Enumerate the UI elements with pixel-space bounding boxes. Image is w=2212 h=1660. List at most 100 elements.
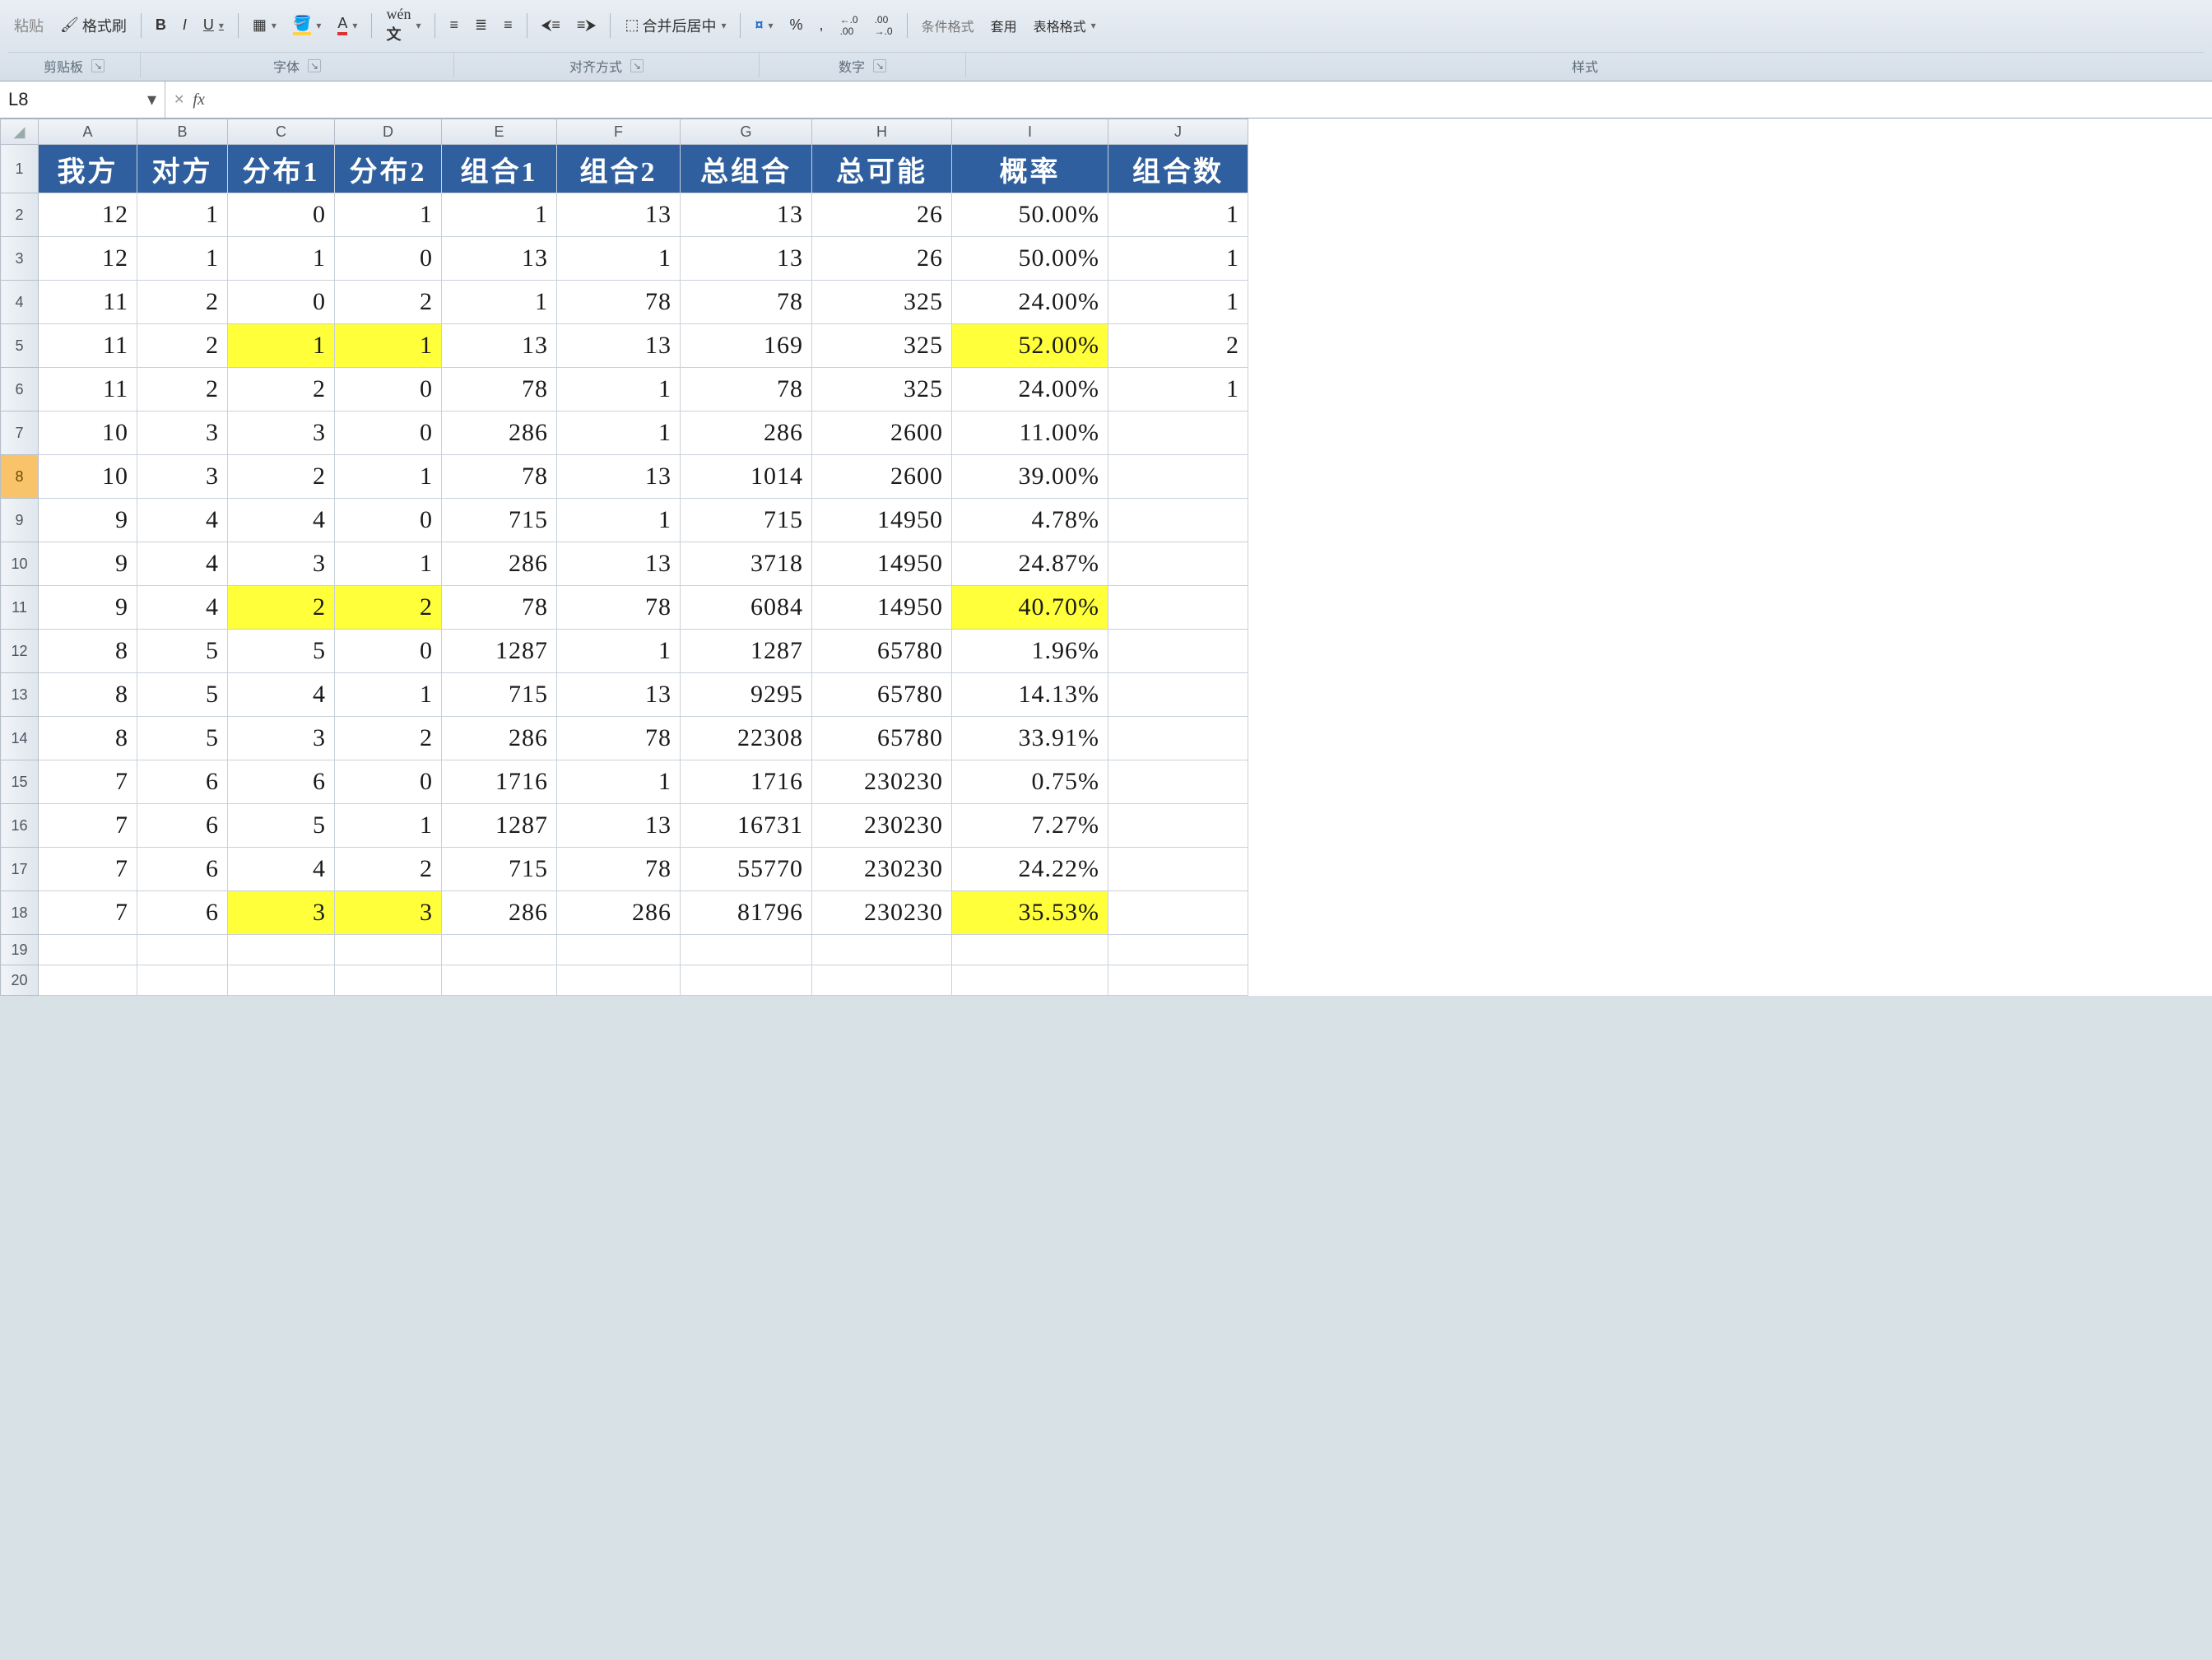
cell-I19[interactable]: [952, 935, 1108, 965]
cell-G4[interactable]: 78: [681, 281, 812, 324]
cell-H8[interactable]: 2600: [812, 455, 952, 499]
cell-A15[interactable]: 7: [39, 760, 137, 804]
cell-J16[interactable]: [1108, 804, 1248, 848]
cell-I13[interactable]: 14.13%: [952, 673, 1108, 717]
cell-D19[interactable]: [335, 935, 442, 965]
column-header-D[interactable]: D: [335, 119, 442, 145]
cell-J17[interactable]: [1108, 848, 1248, 891]
cell-B18[interactable]: 6: [137, 891, 228, 935]
cell-D20[interactable]: [335, 965, 442, 996]
cell-D4[interactable]: 2: [335, 281, 442, 324]
cell-A3[interactable]: 12: [39, 237, 137, 281]
percent-button[interactable]: %: [784, 14, 809, 36]
cell-B15[interactable]: 6: [137, 760, 228, 804]
cell-I18[interactable]: 35.53%: [952, 891, 1108, 935]
cell-F3[interactable]: 1: [557, 237, 681, 281]
cell-B3[interactable]: 1: [137, 237, 228, 281]
cell-C12[interactable]: 5: [228, 630, 335, 673]
cell-I17[interactable]: 24.22%: [952, 848, 1108, 891]
font-dialog-launcher[interactable]: ↘: [308, 59, 321, 72]
cell-G20[interactable]: [681, 965, 812, 996]
column-header-I[interactable]: I: [952, 119, 1108, 145]
cell-B14[interactable]: 5: [137, 717, 228, 760]
cell-F14[interactable]: 78: [557, 717, 681, 760]
cell-D2[interactable]: 1: [335, 193, 442, 237]
cell-J2[interactable]: 1: [1108, 193, 1248, 237]
cell-G6[interactable]: 78: [681, 368, 812, 412]
cell-D15[interactable]: 0: [335, 760, 442, 804]
cell-F13[interactable]: 13: [557, 673, 681, 717]
header-cell-C[interactable]: 分布1: [228, 145, 335, 193]
cell-I2[interactable]: 50.00%: [952, 193, 1108, 237]
cell-H20[interactable]: [812, 965, 952, 996]
cell-I20[interactable]: [952, 965, 1108, 996]
cell-B12[interactable]: 5: [137, 630, 228, 673]
cell-F4[interactable]: 78: [557, 281, 681, 324]
cell-D11[interactable]: 2: [335, 586, 442, 630]
cell-D6[interactable]: 0: [335, 368, 442, 412]
cell-B19[interactable]: [137, 935, 228, 965]
cell-C7[interactable]: 3: [228, 412, 335, 455]
align-left-button[interactable]: ≡: [444, 14, 464, 36]
cell-D10[interactable]: 1: [335, 542, 442, 586]
table-apply-button[interactable]: 套用: [985, 13, 1023, 38]
cell-E7[interactable]: 286: [442, 412, 557, 455]
cell-G11[interactable]: 6084: [681, 586, 812, 630]
row-header-20[interactable]: 20: [1, 965, 39, 996]
header-cell-A[interactable]: 我方: [39, 145, 137, 193]
cell-G17[interactable]: 55770: [681, 848, 812, 891]
cell-C15[interactable]: 6: [228, 760, 335, 804]
cell-J15[interactable]: [1108, 760, 1248, 804]
increase-decimal-button[interactable]: ←.0.00: [834, 12, 864, 40]
cell-J5[interactable]: 2: [1108, 324, 1248, 368]
cell-H15[interactable]: 230230: [812, 760, 952, 804]
cell-G13[interactable]: 9295: [681, 673, 812, 717]
cell-B9[interactable]: 4: [137, 499, 228, 542]
cell-D3[interactable]: 0: [335, 237, 442, 281]
cell-H12[interactable]: 65780: [812, 630, 952, 673]
cell-C14[interactable]: 3: [228, 717, 335, 760]
cell-D12[interactable]: 0: [335, 630, 442, 673]
cell-C13[interactable]: 4: [228, 673, 335, 717]
cell-B20[interactable]: [137, 965, 228, 996]
cell-D17[interactable]: 2: [335, 848, 442, 891]
column-header-F[interactable]: F: [557, 119, 681, 145]
cell-F19[interactable]: [557, 935, 681, 965]
cell-J4[interactable]: 1: [1108, 281, 1248, 324]
cell-E14[interactable]: 286: [442, 717, 557, 760]
cell-C8[interactable]: 2: [228, 455, 335, 499]
cell-F17[interactable]: 78: [557, 848, 681, 891]
cell-C17[interactable]: 4: [228, 848, 335, 891]
row-header-2[interactable]: 2: [1, 193, 39, 237]
row-header-4[interactable]: 4: [1, 281, 39, 324]
cancel-formula-icon[interactable]: ✕: [174, 91, 184, 108]
cell-J10[interactable]: [1108, 542, 1248, 586]
underline-button[interactable]: U▾: [198, 14, 230, 36]
fx-button[interactable]: fx: [193, 91, 204, 109]
cell-D13[interactable]: 1: [335, 673, 442, 717]
column-header-E[interactable]: E: [442, 119, 557, 145]
cell-F15[interactable]: 1: [557, 760, 681, 804]
cell-E11[interactable]: 78: [442, 586, 557, 630]
cell-A8[interactable]: 10: [39, 455, 137, 499]
header-cell-J[interactable]: 组合数: [1108, 145, 1248, 193]
cell-F2[interactable]: 13: [557, 193, 681, 237]
cell-B11[interactable]: 4: [137, 586, 228, 630]
number-dialog-launcher[interactable]: ↘: [873, 59, 886, 72]
column-header-H[interactable]: H: [812, 119, 952, 145]
header-cell-H[interactable]: 总可能: [812, 145, 952, 193]
cell-F11[interactable]: 78: [557, 586, 681, 630]
row-header-17[interactable]: 17: [1, 848, 39, 891]
row-header-19[interactable]: 19: [1, 935, 39, 965]
column-header-J[interactable]: J: [1108, 119, 1248, 145]
cell-A16[interactable]: 7: [39, 804, 137, 848]
alignment-dialog-launcher[interactable]: ↘: [630, 59, 644, 72]
cell-F7[interactable]: 1: [557, 412, 681, 455]
cell-G12[interactable]: 1287: [681, 630, 812, 673]
cell-H9[interactable]: 14950: [812, 499, 952, 542]
cell-E12[interactable]: 1287: [442, 630, 557, 673]
cell-H3[interactable]: 26: [812, 237, 952, 281]
cell-D8[interactable]: 1: [335, 455, 442, 499]
cell-D16[interactable]: 1: [335, 804, 442, 848]
cell-C9[interactable]: 4: [228, 499, 335, 542]
